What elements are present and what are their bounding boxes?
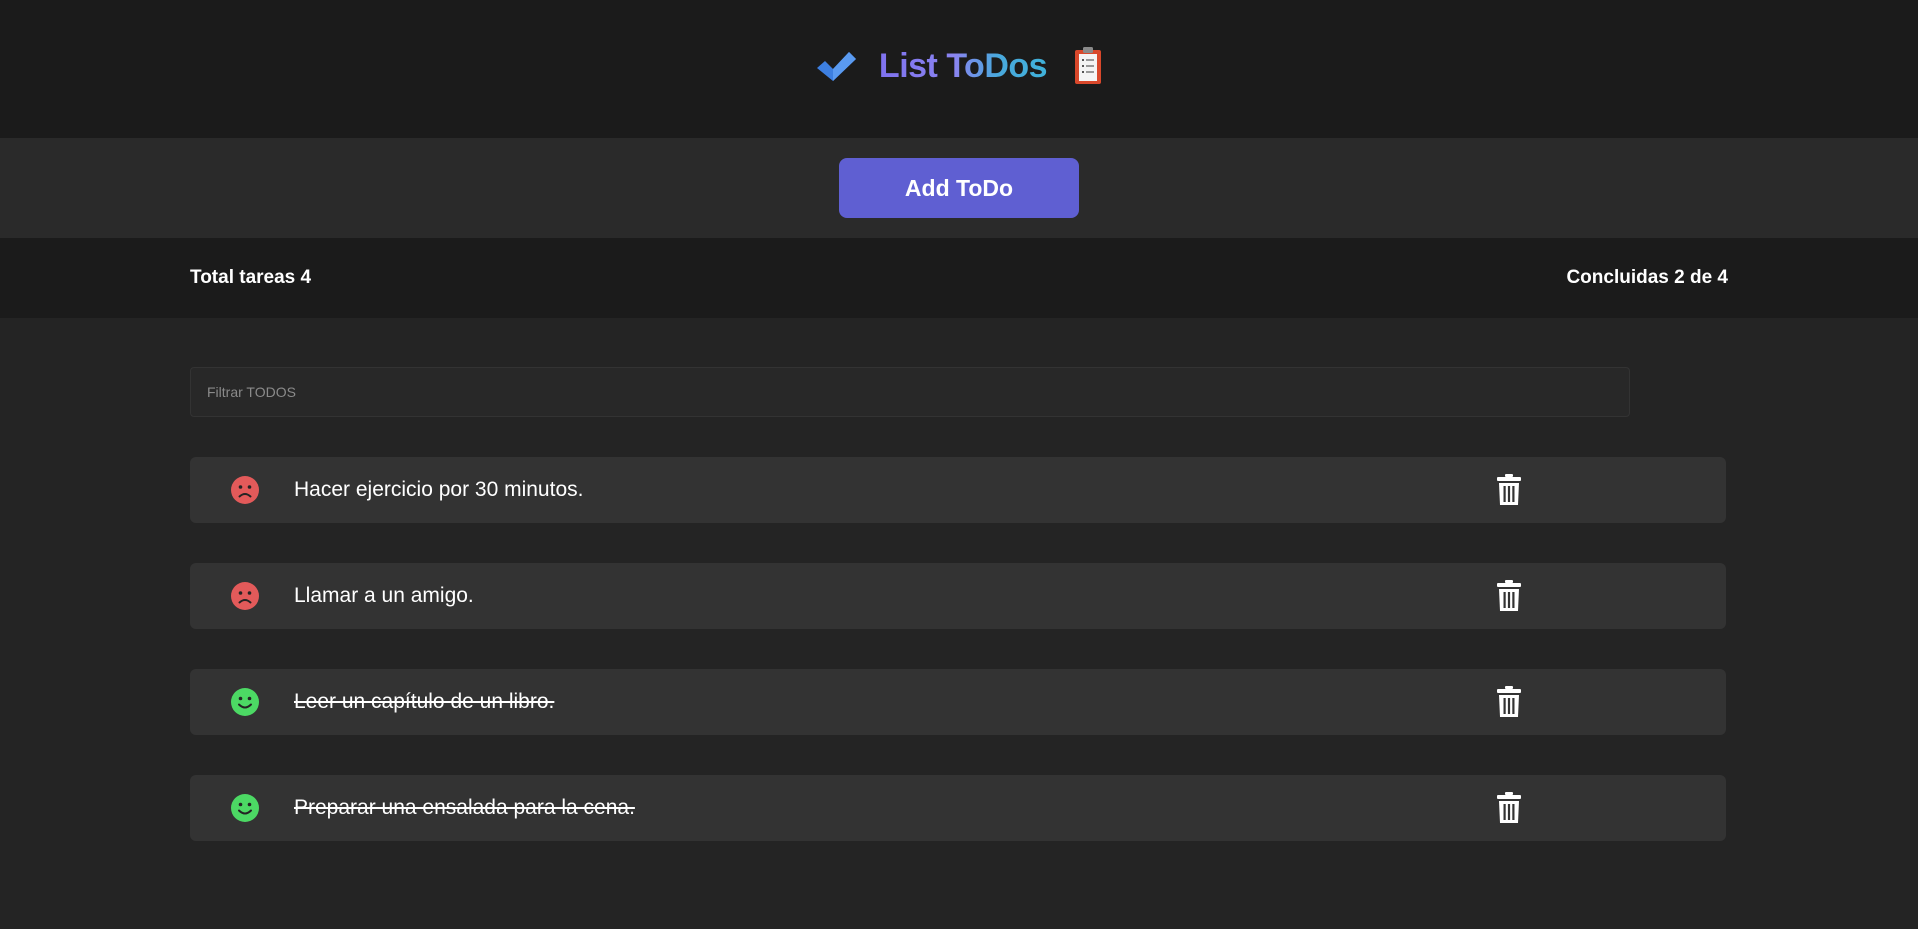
total-tasks-label: Total tareas 4: [190, 267, 312, 288]
happy-face-icon[interactable]: [230, 793, 260, 823]
todo-item: Llamar a un amigo.: [190, 563, 1726, 629]
happy-face-icon[interactable]: [230, 687, 260, 717]
brand: List ToDos: [815, 46, 1103, 86]
app-title: List ToDos: [878, 46, 1048, 85]
completed-tasks-label: Concluidas 2 de 4: [1566, 267, 1728, 288]
todo-item: Leer un capítulo de un libro.: [190, 669, 1726, 735]
trash-icon: [1497, 474, 1521, 505]
delete-todo-button[interactable]: [1494, 791, 1524, 825]
delete-todo-button[interactable]: [1494, 685, 1524, 719]
trash-icon: [1497, 792, 1521, 823]
add-bar: Add ToDo: [0, 138, 1918, 238]
app-header: List ToDos: [0, 0, 1918, 138]
todo-text: Preparar una ensalada para la cena.: [294, 796, 635, 819]
todo-item: Preparar una ensalada para la cena.: [190, 775, 1726, 841]
todo-text: Hacer ejercicio por 30 minutos.: [294, 478, 584, 501]
trash-icon: [1497, 686, 1521, 717]
delete-todo-button[interactable]: [1494, 473, 1524, 507]
check-icon: [816, 52, 856, 81]
trash-icon: [1497, 580, 1521, 611]
clipboard-icon: [1075, 47, 1102, 84]
todo-text: Leer un capítulo de un libro.: [294, 690, 555, 713]
todo-list: Hacer ejercicio por 30 minutos. Llamar a…: [190, 457, 1726, 841]
main-content: Hacer ejercicio por 30 minutos. Lla: [0, 318, 1726, 841]
todo-text: Llamar a un amigo.: [294, 584, 474, 607]
todo-item: Hacer ejercicio por 30 minutos.: [190, 457, 1726, 523]
sad-face-icon[interactable]: [230, 475, 260, 505]
filter-input[interactable]: [190, 367, 1630, 417]
stats-bar: Total tareas 4 Concluidas 2 de 4: [0, 238, 1918, 318]
delete-todo-button[interactable]: [1494, 579, 1524, 613]
add-todo-button[interactable]: Add ToDo: [839, 158, 1079, 218]
sad-face-icon[interactable]: [230, 581, 260, 611]
